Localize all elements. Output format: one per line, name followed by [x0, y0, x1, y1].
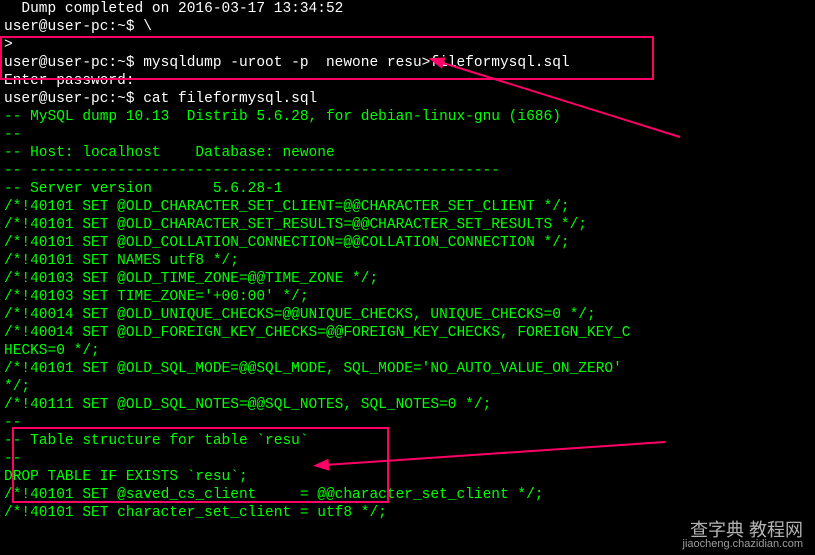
terminal-line: -- [4, 126, 811, 144]
terminal-line: -- MySQL dump 10.13 Distrib 5.6.28, for … [4, 108, 811, 126]
terminal-line: Enter password: [4, 72, 811, 90]
terminal-line: */; [4, 378, 811, 396]
terminal-line: Dump completed on 2016-03-17 13:34:52 [4, 0, 811, 18]
terminal-line: user@user-pc:~$ \ [4, 18, 811, 36]
terminal-line: /*!40101 SET @OLD_COLLATION_CONNECTION=@… [4, 234, 811, 252]
terminal-line: -- -------------------------------------… [4, 162, 811, 180]
terminal-line: > [4, 36, 811, 54]
terminal-line: /*!40101 SET @OLD_CHARACTER_SET_CLIENT=@… [4, 198, 811, 216]
terminal-line: /*!40101 SET NAMES utf8 */; [4, 252, 811, 270]
terminal-line: -- [4, 414, 811, 432]
terminal-line: /*!40103 SET @OLD_TIME_ZONE=@@TIME_ZONE … [4, 270, 811, 288]
terminal-line: /*!40111 SET @OLD_SQL_NOTES=@@SQL_NOTES,… [4, 396, 811, 414]
terminal-line: /*!40101 SET @OLD_CHARACTER_SET_RESULTS=… [4, 216, 811, 234]
terminal-line: -- Server version 5.6.28-1 [4, 180, 811, 198]
terminal-line: HECKS=0 */; [4, 342, 811, 360]
watermark-brand: 查字典 教程网 [683, 523, 803, 537]
terminal-line: user@user-pc:~$ cat fileformysql.sql [4, 90, 811, 108]
terminal-line: -- Table structure for table `resu` [4, 432, 811, 450]
terminal-line: /*!40103 SET TIME_ZONE='+00:00' */; [4, 288, 811, 306]
terminal-line: user@user-pc:~$ mysqldump -uroot -p newo… [4, 54, 811, 72]
terminal-output[interactable]: Dump completed on 2016-03-17 13:34:52use… [0, 0, 815, 522]
terminal-line: /*!40101 SET @OLD_SQL_MODE=@@SQL_MODE, S… [4, 360, 811, 378]
watermark-url: jiaocheng.chazidian.com [683, 537, 803, 551]
terminal-line: DROP TABLE IF EXISTS `resu`; [4, 468, 811, 486]
terminal-line: /*!40014 SET @OLD_UNIQUE_CHECKS=@@UNIQUE… [4, 306, 811, 324]
watermark: 查字典 教程网 jiaocheng.chazidian.com [683, 523, 803, 551]
terminal-line: -- [4, 450, 811, 468]
terminal-line: /*!40101 SET @saved_cs_client = @@charac… [4, 486, 811, 504]
terminal-line: /*!40014 SET @OLD_FOREIGN_KEY_CHECKS=@@F… [4, 324, 811, 342]
terminal-line: -- Host: localhost Database: newone [4, 144, 811, 162]
